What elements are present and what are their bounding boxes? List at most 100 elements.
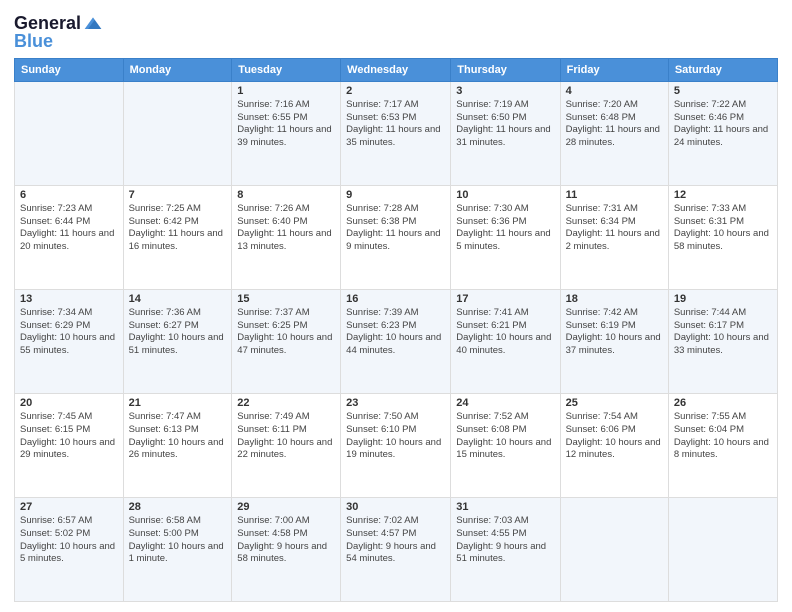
day-number: 16 <box>346 293 445 305</box>
day-number: 9 <box>346 189 445 201</box>
week-row-5: 27 Sunrise: 6:57 AM Sunset: 5:02 PM Dayli… <box>15 497 778 601</box>
calendar-cell: 14 Sunrise: 7:36 AM Sunset: 6:27 PM Dayli… <box>123 289 232 393</box>
calendar-cell: 20 Sunrise: 7:45 AM Sunset: 6:15 PM Dayli… <box>15 393 124 497</box>
calendar-cell: 31Sunrise: 7:03 AM Sunset: 4:55 PM Dayli… <box>451 497 560 601</box>
day-number: 11 <box>566 189 663 201</box>
day-number: 4 <box>566 85 663 97</box>
calendar-cell <box>123 81 232 185</box>
col-header-thursday: Thursday <box>451 58 560 81</box>
day-info: Sunrise: 7:26 AM Sunset: 6:40 PM Dayligh… <box>237 203 335 254</box>
col-header-friday: Friday <box>560 58 668 81</box>
day-info: Sunrise: 7:00 AM Sunset: 4:58 PM Dayligh… <box>237 515 335 566</box>
day-number: 10 <box>456 189 554 201</box>
week-row-2: 6 Sunrise: 7:23 AM Sunset: 6:44 PM Daylig… <box>15 185 778 289</box>
day-info: Sunrise: 7:49 AM Sunset: 6:11 PM Dayligh… <box>237 411 335 462</box>
day-info: Sunrise: 7:20 AM Sunset: 6:48 PM Dayligh… <box>566 99 663 150</box>
day-number: 17 <box>456 293 554 305</box>
day-number: 19 <box>674 293 772 305</box>
day-info: Sunrise: 6:57 AM Sunset: 5:02 PM Dayligh… <box>20 515 118 566</box>
calendar-cell: 11 Sunrise: 7:31 AM Sunset: 6:34 PM Dayli… <box>560 185 668 289</box>
day-number: 1 <box>237 85 335 97</box>
day-info: Sunrise: 7:47 AM Sunset: 6:13 PM Dayligh… <box>129 411 227 462</box>
calendar-cell: 4 Sunrise: 7:20 AM Sunset: 6:48 PM Daylig… <box>560 81 668 185</box>
day-number: 12 <box>674 189 772 201</box>
logo: General Blue <box>14 10 103 52</box>
calendar-cell <box>668 497 777 601</box>
week-row-3: 13 Sunrise: 7:34 AM Sunset: 6:29 PM Dayli… <box>15 289 778 393</box>
day-number: 23 <box>346 397 445 409</box>
day-info: Sunrise: 7:54 AM Sunset: 6:06 PM Dayligh… <box>566 411 663 462</box>
calendar-cell: 12 Sunrise: 7:33 AM Sunset: 6:31 PM Dayli… <box>668 185 777 289</box>
day-info: Sunrise: 7:45 AM Sunset: 6:15 PM Dayligh… <box>20 411 118 462</box>
calendar-cell: 3 Sunrise: 7:19 AM Sunset: 6:50 PM Daylig… <box>451 81 560 185</box>
day-info: Sunrise: 7:17 AM Sunset: 6:53 PM Dayligh… <box>346 99 445 150</box>
day-info: Sunrise: 7:30 AM Sunset: 6:36 PM Dayligh… <box>456 203 554 254</box>
day-info: Sunrise: 7:34 AM Sunset: 6:29 PM Dayligh… <box>20 307 118 358</box>
day-info: Sunrise: 7:22 AM Sunset: 6:46 PM Dayligh… <box>674 99 772 150</box>
day-number: 30 <box>346 501 445 513</box>
day-number: 20 <box>20 397 118 409</box>
calendar-cell: 26 Sunrise: 7:55 AM Sunset: 6:04 PM Dayli… <box>668 393 777 497</box>
col-header-tuesday: Tuesday <box>232 58 341 81</box>
day-number: 8 <box>237 189 335 201</box>
day-number: 7 <box>129 189 227 201</box>
day-info: Sunrise: 7:52 AM Sunset: 6:08 PM Dayligh… <box>456 411 554 462</box>
day-number: 29 <box>237 501 335 513</box>
header: General Blue <box>14 10 778 52</box>
day-info: Sunrise: 7:42 AM Sunset: 6:19 PM Dayligh… <box>566 307 663 358</box>
calendar-cell <box>560 497 668 601</box>
col-header-wednesday: Wednesday <box>341 58 451 81</box>
calendar-cell: 29 Sunrise: 7:00 AM Sunset: 4:58 PM Dayli… <box>232 497 341 601</box>
calendar-cell: 21 Sunrise: 7:47 AM Sunset: 6:13 PM Dayli… <box>123 393 232 497</box>
calendar-cell: 10 Sunrise: 7:30 AM Sunset: 6:36 PM Dayli… <box>451 185 560 289</box>
day-number: 14 <box>129 293 227 305</box>
day-number: 27 <box>20 501 118 513</box>
calendar-cell: 16Sunrise: 7:39 AM Sunset: 6:23 PM Dayli… <box>341 289 451 393</box>
day-info: Sunrise: 7:19 AM Sunset: 6:50 PM Dayligh… <box>456 99 554 150</box>
calendar-cell: 23Sunrise: 7:50 AM Sunset: 6:10 PM Dayli… <box>341 393 451 497</box>
logo-icon <box>83 14 103 34</box>
calendar-cell: 27 Sunrise: 6:57 AM Sunset: 5:02 PM Dayli… <box>15 497 124 601</box>
day-info: Sunrise: 6:58 AM Sunset: 5:00 PM Dayligh… <box>129 515 227 566</box>
day-info: Sunrise: 7:44 AM Sunset: 6:17 PM Dayligh… <box>674 307 772 358</box>
day-info: Sunrise: 7:31 AM Sunset: 6:34 PM Dayligh… <box>566 203 663 254</box>
calendar-cell: 2 Sunrise: 7:17 AM Sunset: 6:53 PM Daylig… <box>341 81 451 185</box>
calendar-cell: 25 Sunrise: 7:54 AM Sunset: 6:06 PM Dayli… <box>560 393 668 497</box>
calendar-cell: 13 Sunrise: 7:34 AM Sunset: 6:29 PM Dayli… <box>15 289 124 393</box>
calendar-cell: 7 Sunrise: 7:25 AM Sunset: 6:42 PM Daylig… <box>123 185 232 289</box>
day-info: Sunrise: 7:02 AM Sunset: 4:57 PM Dayligh… <box>346 515 445 566</box>
calendar-cell: 9 Sunrise: 7:28 AM Sunset: 6:38 PM Daylig… <box>341 185 451 289</box>
col-header-saturday: Saturday <box>668 58 777 81</box>
day-number: 3 <box>456 85 554 97</box>
day-number: 2 <box>346 85 445 97</box>
day-number: 18 <box>566 293 663 305</box>
day-info: Sunrise: 7:55 AM Sunset: 6:04 PM Dayligh… <box>674 411 772 462</box>
day-info: Sunrise: 7:33 AM Sunset: 6:31 PM Dayligh… <box>674 203 772 254</box>
calendar-cell: 17Sunrise: 7:41 AM Sunset: 6:21 PM Dayli… <box>451 289 560 393</box>
day-number: 25 <box>566 397 663 409</box>
day-number: 21 <box>129 397 227 409</box>
calendar-cell <box>15 81 124 185</box>
day-info: Sunrise: 7:36 AM Sunset: 6:27 PM Dayligh… <box>129 307 227 358</box>
col-header-sunday: Sunday <box>15 58 124 81</box>
day-number: 15 <box>237 293 335 305</box>
day-number: 6 <box>20 189 118 201</box>
col-header-monday: Monday <box>123 58 232 81</box>
calendar-cell: 24Sunrise: 7:52 AM Sunset: 6:08 PM Dayli… <box>451 393 560 497</box>
calendar-cell: 8 Sunrise: 7:26 AM Sunset: 6:40 PM Daylig… <box>232 185 341 289</box>
day-info: Sunrise: 7:37 AM Sunset: 6:25 PM Dayligh… <box>237 307 335 358</box>
calendar-cell: 19 Sunrise: 7:44 AM Sunset: 6:17 PM Dayli… <box>668 289 777 393</box>
day-info: Sunrise: 7:23 AM Sunset: 6:44 PM Dayligh… <box>20 203 118 254</box>
day-number: 31 <box>456 501 554 513</box>
calendar-cell: 28 Sunrise: 6:58 AM Sunset: 5:00 PM Dayli… <box>123 497 232 601</box>
day-info: Sunrise: 7:28 AM Sunset: 6:38 PM Dayligh… <box>346 203 445 254</box>
week-row-4: 20 Sunrise: 7:45 AM Sunset: 6:15 PM Dayli… <box>15 393 778 497</box>
day-number: 26 <box>674 397 772 409</box>
calendar-cell: 15 Sunrise: 7:37 AM Sunset: 6:25 PM Dayli… <box>232 289 341 393</box>
day-info: Sunrise: 7:25 AM Sunset: 6:42 PM Dayligh… <box>129 203 227 254</box>
calendar-cell: 5Sunrise: 7:22 AM Sunset: 6:46 PM Daylig… <box>668 81 777 185</box>
logo-subtext: Blue <box>14 32 53 52</box>
calendar-cell: 18 Sunrise: 7:42 AM Sunset: 6:19 PM Dayli… <box>560 289 668 393</box>
day-number: 13 <box>20 293 118 305</box>
day-number: 28 <box>129 501 227 513</box>
